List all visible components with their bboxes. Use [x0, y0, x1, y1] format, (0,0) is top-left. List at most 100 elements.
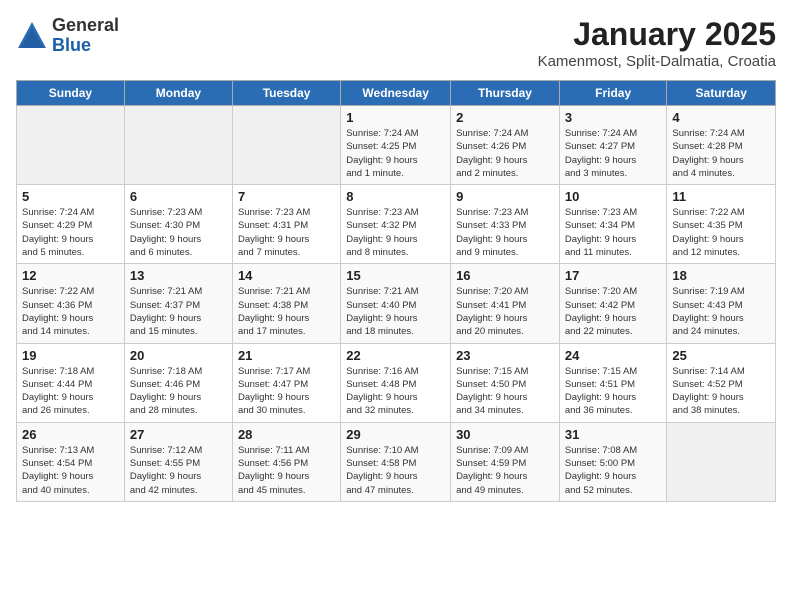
day-detail: Sunrise: 7:15 AM Sunset: 4:51 PM Dayligh…	[565, 365, 662, 418]
day-detail: Sunrise: 7:24 AM Sunset: 4:25 PM Dayligh…	[346, 127, 445, 180]
day-detail: Sunrise: 7:18 AM Sunset: 4:44 PM Dayligh…	[22, 365, 119, 418]
calendar-day-cell: 4Sunrise: 7:24 AM Sunset: 4:28 PM Daylig…	[667, 106, 776, 185]
calendar-day-cell: 1 Sunrise: 7:24 AM Sunset: 4:25 PM Daylig…	[341, 106, 451, 185]
day-detail: Sunrise: 7:10 AM Sunset: 4:58 PM Dayligh…	[346, 444, 445, 497]
weekday-header: Tuesday	[232, 81, 340, 106]
calendar-day-cell: 11 Sunrise: 7:22 AM Sunset: 4:35 PM Dayli…	[667, 185, 776, 264]
calendar-day-cell: 19Sunrise: 7:18 AM Sunset: 4:44 PM Dayli…	[17, 343, 125, 422]
day-detail: Sunrise: 7:08 AM Sunset: 5:00 PM Dayligh…	[565, 444, 662, 497]
calendar-day-cell: 2 Sunrise: 7:24 AM Sunset: 4:26 PM Daylig…	[451, 106, 560, 185]
day-detail: Sunrise: 7:21 AM Sunset: 4:37 PM Dayligh…	[130, 285, 227, 338]
day-detail: Sunrise: 7:23 AM Sunset: 4:31 PM Dayligh…	[238, 206, 335, 259]
day-detail: Sunrise: 7:20 AM Sunset: 4:42 PM Dayligh…	[565, 285, 662, 338]
logo-general-text: General	[52, 16, 119, 36]
month-title: January 2025	[538, 16, 776, 53]
day-number: 25	[672, 348, 770, 363]
calendar-day-cell: 9 Sunrise: 7:23 AM Sunset: 4:33 PM Daylig…	[451, 185, 560, 264]
day-number: 6	[130, 189, 227, 204]
calendar-day-cell	[124, 106, 232, 185]
day-detail: Sunrise: 7:24 AM Sunset: 4:29 PM Dayligh…	[22, 206, 119, 259]
weekday-header: Wednesday	[341, 81, 451, 106]
calendar-day-cell: 28 Sunrise: 7:11 AM Sunset: 4:56 PM Dayli…	[232, 422, 340, 501]
day-detail: Sunrise: 7:23 AM Sunset: 4:32 PM Dayligh…	[346, 206, 445, 259]
day-number: 5	[22, 189, 119, 204]
calendar-day-cell: 27 Sunrise: 7:12 AM Sunset: 4:55 PM Dayli…	[124, 422, 232, 501]
day-detail: Sunrise: 7:23 AM Sunset: 4:33 PM Dayligh…	[456, 206, 554, 259]
day-number: 8	[346, 189, 445, 204]
logo-text: General Blue	[52, 16, 119, 56]
calendar-day-cell: 15 Sunrise: 7:21 AM Sunset: 4:40 PM Dayli…	[341, 264, 451, 343]
logo-blue-text: Blue	[52, 36, 119, 56]
calendar-day-cell	[667, 422, 776, 501]
day-number: 23	[456, 348, 554, 363]
calendar-day-cell: 31 Sunrise: 7:08 AM Sunset: 5:00 PM Dayli…	[559, 422, 667, 501]
day-detail: Sunrise: 7:22 AM Sunset: 4:35 PM Dayligh…	[672, 206, 770, 259]
day-detail: Sunrise: 7:12 AM Sunset: 4:55 PM Dayligh…	[130, 444, 227, 497]
day-number: 27	[130, 427, 227, 442]
day-number: 31	[565, 427, 662, 442]
day-number: 30	[456, 427, 554, 442]
calendar-day-cell	[232, 106, 340, 185]
day-number: 29	[346, 427, 445, 442]
day-number: 24	[565, 348, 662, 363]
calendar-day-cell: 13Sunrise: 7:21 AM Sunset: 4:37 PM Dayli…	[124, 264, 232, 343]
calendar-day-cell: 22 Sunrise: 7:16 AM Sunset: 4:48 PM Dayli…	[341, 343, 451, 422]
weekday-header: Monday	[124, 81, 232, 106]
calendar-day-cell: 16 Sunrise: 7:20 AM Sunset: 4:41 PM Dayli…	[451, 264, 560, 343]
day-number: 11	[672, 189, 770, 204]
calendar-day-cell: 7Sunrise: 7:23 AM Sunset: 4:31 PM Daylig…	[232, 185, 340, 264]
day-number: 15	[346, 268, 445, 283]
calendar-table: SundayMondayTuesdayWednesdayThursdayFrid…	[16, 80, 776, 502]
calendar-week-row: 19Sunrise: 7:18 AM Sunset: 4:44 PM Dayli…	[17, 343, 776, 422]
day-number: 9	[456, 189, 554, 204]
day-detail: Sunrise: 7:17 AM Sunset: 4:47 PM Dayligh…	[238, 365, 335, 418]
calendar-day-cell: 25Sunrise: 7:14 AM Sunset: 4:52 PM Dayli…	[667, 343, 776, 422]
day-detail: Sunrise: 7:23 AM Sunset: 4:34 PM Dayligh…	[565, 206, 662, 259]
weekday-row: SundayMondayTuesdayWednesdayThursdayFrid…	[17, 81, 776, 106]
day-number: 2	[456, 110, 554, 125]
day-number: 20	[130, 348, 227, 363]
day-number: 3	[565, 110, 662, 125]
calendar-day-cell: 23 Sunrise: 7:15 AM Sunset: 4:50 PM Dayli…	[451, 343, 560, 422]
day-detail: Sunrise: 7:16 AM Sunset: 4:48 PM Dayligh…	[346, 365, 445, 418]
calendar-day-cell: 20Sunrise: 7:18 AM Sunset: 4:46 PM Dayli…	[124, 343, 232, 422]
calendar-day-cell: 14 Sunrise: 7:21 AM Sunset: 4:38 PM Dayli…	[232, 264, 340, 343]
day-number: 16	[456, 268, 554, 283]
day-number: 21	[238, 348, 335, 363]
day-number: 22	[346, 348, 445, 363]
location-title: Kamenmost, Split-Dalmatia, Croatia	[538, 53, 776, 70]
day-number: 17	[565, 268, 662, 283]
logo: General Blue	[16, 16, 119, 56]
day-detail: Sunrise: 7:11 AM Sunset: 4:56 PM Dayligh…	[238, 444, 335, 497]
day-detail: Sunrise: 7:09 AM Sunset: 4:59 PM Dayligh…	[456, 444, 554, 497]
logo-icon	[16, 20, 48, 52]
day-detail: Sunrise: 7:21 AM Sunset: 4:38 PM Dayligh…	[238, 285, 335, 338]
day-detail: Sunrise: 7:19 AM Sunset: 4:43 PM Dayligh…	[672, 285, 770, 338]
weekday-header: Sunday	[17, 81, 125, 106]
day-detail: Sunrise: 7:24 AM Sunset: 4:26 PM Dayligh…	[456, 127, 554, 180]
title-block: January 2025 Kamenmost, Split-Dalmatia, …	[538, 16, 776, 70]
day-number: 12	[22, 268, 119, 283]
day-detail: Sunrise: 7:20 AM Sunset: 4:41 PM Dayligh…	[456, 285, 554, 338]
calendar-day-cell: 24 Sunrise: 7:15 AM Sunset: 4:51 PM Dayli…	[559, 343, 667, 422]
calendar-week-row: 1 Sunrise: 7:24 AM Sunset: 4:25 PM Daylig…	[17, 106, 776, 185]
day-number: 4	[672, 110, 770, 125]
day-detail: Sunrise: 7:22 AM Sunset: 4:36 PM Dayligh…	[22, 285, 119, 338]
calendar-week-row: 12 Sunrise: 7:22 AM Sunset: 4:36 PM Dayli…	[17, 264, 776, 343]
page-header: General Blue January 2025 Kamenmost, Spl…	[16, 16, 776, 70]
day-number: 28	[238, 427, 335, 442]
weekday-header: Thursday	[451, 81, 560, 106]
calendar-header: SundayMondayTuesdayWednesdayThursdayFrid…	[17, 81, 776, 106]
calendar-day-cell: 26Sunrise: 7:13 AM Sunset: 4:54 PM Dayli…	[17, 422, 125, 501]
day-number: 14	[238, 268, 335, 283]
calendar-day-cell: 10Sunrise: 7:23 AM Sunset: 4:34 PM Dayli…	[559, 185, 667, 264]
day-detail: Sunrise: 7:23 AM Sunset: 4:30 PM Dayligh…	[130, 206, 227, 259]
day-number: 1	[346, 110, 445, 125]
weekday-header: Saturday	[667, 81, 776, 106]
calendar-day-cell	[17, 106, 125, 185]
day-detail: Sunrise: 7:13 AM Sunset: 4:54 PM Dayligh…	[22, 444, 119, 497]
calendar-day-cell: 6 Sunrise: 7:23 AM Sunset: 4:30 PM Daylig…	[124, 185, 232, 264]
day-detail: Sunrise: 7:15 AM Sunset: 4:50 PM Dayligh…	[456, 365, 554, 418]
calendar-day-cell: 29 Sunrise: 7:10 AM Sunset: 4:58 PM Dayli…	[341, 422, 451, 501]
day-detail: Sunrise: 7:21 AM Sunset: 4:40 PM Dayligh…	[346, 285, 445, 338]
